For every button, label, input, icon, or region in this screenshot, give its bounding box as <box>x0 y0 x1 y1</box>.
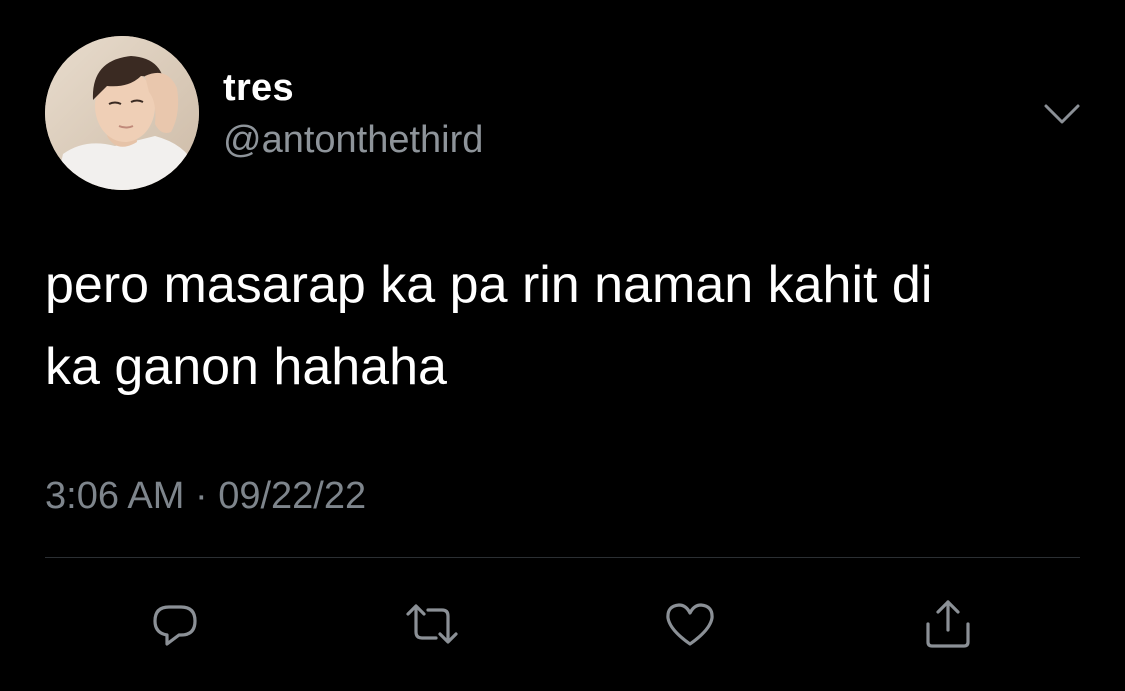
tweet-text-line: ka ganon hahaha <box>45 338 447 396</box>
divider <box>45 557 1080 558</box>
avatar-photo <box>45 36 199 190</box>
chevron-down-icon[interactable] <box>1040 96 1084 132</box>
retweet-icon <box>406 604 458 644</box>
author-handle[interactable]: @antonthethird <box>223 118 483 162</box>
tweet-time: 3:06 AM <box>45 475 185 517</box>
tweet-timestamp[interactable]: 3:06 AM · 09/22/22 <box>45 474 366 518</box>
retweet-button[interactable] <box>402 594 462 654</box>
like-button[interactable] <box>660 594 720 654</box>
tweet-date: 09/22/22 <box>218 475 367 517</box>
reply-button[interactable] <box>145 594 205 654</box>
author-display-name[interactable]: tres <box>223 66 294 110</box>
share-button[interactable] <box>918 594 978 654</box>
tweet-text: pero masarap ka pa rin naman kahit di ka… <box>45 244 1085 408</box>
reply-icon <box>153 605 197 646</box>
heart-icon <box>666 603 714 646</box>
share-icon <box>926 600 970 648</box>
timestamp-separator: · <box>194 475 208 517</box>
avatar[interactable] <box>45 36 199 190</box>
tweet-text-line: pero masarap ka pa rin naman kahit di <box>45 256 933 314</box>
